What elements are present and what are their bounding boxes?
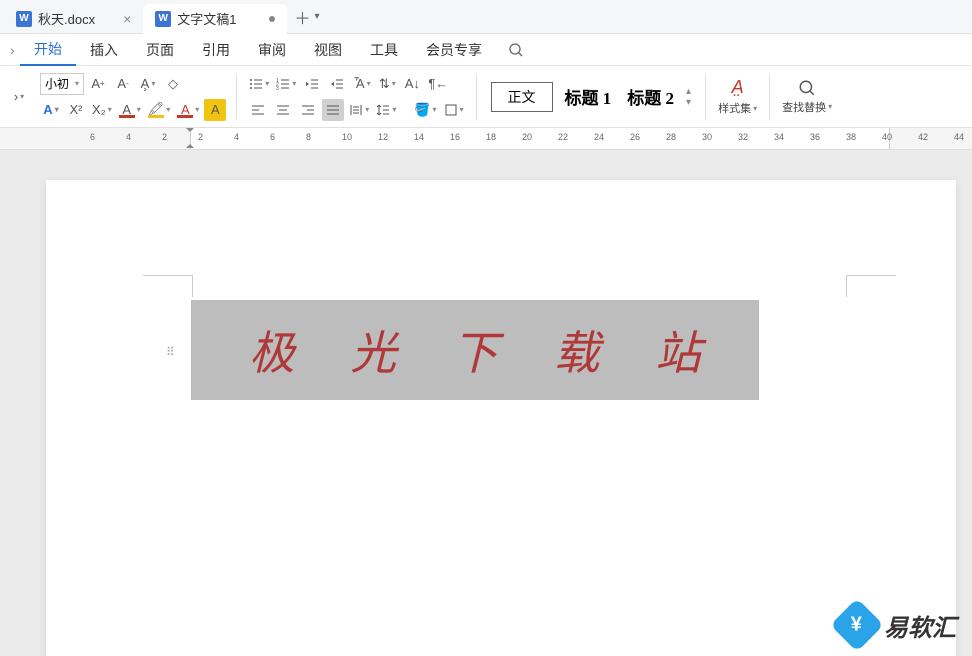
doc-char: 极 [249,317,295,383]
plus-icon: ＋ [295,5,311,29]
horizontal-ruler[interactable]: 6422468101214161820222426283032343638404… [0,128,972,150]
shading-button[interactable]: 🪣 [412,99,438,121]
superscript-button[interactable]: X² [65,99,87,121]
grow-font-button[interactable]: A+ [87,73,109,95]
style-set-button[interactable]: A̤ 样式集 [710,77,765,116]
character-shading-button[interactable]: A [204,99,226,121]
document-area: ⠿ 极 光 下 载 站 [0,150,972,656]
doc-char: 载 [554,317,600,383]
tab-bar: W 秋天.docx × W 文字文稿1 ＋ ▾ [0,0,972,34]
doc-char: 下 [452,317,498,383]
numbering-button[interactable]: 123 [274,73,298,95]
align-justify-button[interactable] [322,99,344,121]
menu-page[interactable]: 页面 [132,34,188,66]
menu-tools[interactable]: 工具 [356,34,412,66]
word-doc-icon: W [16,11,32,27]
font-group: 小初 A+ A- A̧ ◇ A X² X₂ A 🖍 A A [34,73,232,121]
show-marks-button[interactable]: ¶← [426,73,450,95]
search-icon [798,79,816,97]
tab-doc-2[interactable]: W 文字文稿1 [143,4,286,34]
style-normal[interactable]: 正文 [491,82,553,112]
shrink-font-button[interactable]: A- [112,73,134,95]
borders-button[interactable] [442,99,466,121]
style-heading1[interactable]: 标题 1 [561,84,616,109]
menu-view[interactable]: 视图 [300,34,356,66]
align-right-button[interactable] [297,99,319,121]
align-left-button[interactable] [247,99,269,121]
ribbon-expand-button[interactable]: › [8,86,30,108]
decrease-indent-button[interactable] [301,73,323,95]
tab-title: 文字文稿1 [177,9,236,28]
text-direction-button[interactable]: Ἆ [351,73,373,95]
menu-home[interactable]: 开始 [20,34,76,66]
watermark-text: 易软汇 [884,608,956,643]
subscript-button[interactable]: X₂ [90,99,114,121]
styles-gallery: 正文 标题 1 标题 2 ▴▾ [481,82,702,112]
document-page[interactable]: ⠿ 极 光 下 载 站 [46,180,956,656]
word-doc-icon: W [155,11,171,27]
ribbon-toolbar: › 小初 A+ A- A̧ ◇ A X² X₂ A 🖍 A A 123 Ἆ [0,66,972,128]
search-icon[interactable] [508,42,524,58]
margin-corner-icon [143,275,193,297]
new-tab-button[interactable]: ＋ ▾ [295,5,320,29]
find-replace-button[interactable]: 查找替换 [774,79,840,115]
text-effects-button[interactable]: A [40,99,62,121]
paragraph-group: 123 Ἆ ⇅ A↓ ¶← 🪣 [241,73,471,121]
menu-bar: › 开始 插入 页面 引用 审阅 视图 工具 会员专享 [0,34,972,66]
distribute-button[interactable] [347,99,371,121]
font-size-selector[interactable]: 小初 [40,73,84,95]
line-spacing-button[interactable] [374,99,398,121]
menu-reference[interactable]: 引用 [188,34,244,66]
svg-text:3: 3 [276,86,279,91]
drag-handle-icon[interactable]: ⠿ [166,345,173,359]
close-icon[interactable]: × [123,11,131,27]
menu-member[interactable]: 会员专享 [412,34,496,66]
menu-expand-icon[interactable]: › [10,42,20,58]
bullets-button[interactable] [247,73,271,95]
font-color-2-button[interactable]: A [175,99,201,121]
menu-insert[interactable]: 插入 [76,34,132,66]
font-color-button[interactable]: A [117,99,143,121]
chevron-down-icon[interactable]: ▾ [315,11,320,22]
change-case-button[interactable]: A̧ [137,73,159,95]
doc-char: 光 [350,317,396,383]
styles-more-button[interactable]: ▴▾ [686,86,691,108]
tab-title: 秋天.docx [38,9,95,28]
clear-format-button[interactable]: ◇ [162,73,184,95]
tab-doc-1[interactable]: W 秋天.docx × [4,4,143,34]
doc-char: 站 [655,317,701,383]
sort-button[interactable]: A↓ [401,73,423,95]
align-center-button[interactable] [272,99,294,121]
line-spacing-arrows-button[interactable]: ⇅ [376,73,398,95]
increase-indent-button[interactable] [326,73,348,95]
watermark-icon: ¥ [830,598,884,652]
unsaved-indicator-icon [269,16,275,22]
style-set-icon: A̤ [732,77,744,98]
selected-text-block[interactable]: 极 光 下 载 站 [191,300,759,400]
margin-corner-icon [846,275,896,297]
highlight-button[interactable]: 🖍 [146,99,173,121]
watermark-logo: ¥ 易软汇 [838,606,956,644]
indent-marker-icon[interactable] [186,128,194,148]
menu-review[interactable]: 审阅 [244,34,300,66]
style-heading2[interactable]: 标题 2 [623,84,678,109]
